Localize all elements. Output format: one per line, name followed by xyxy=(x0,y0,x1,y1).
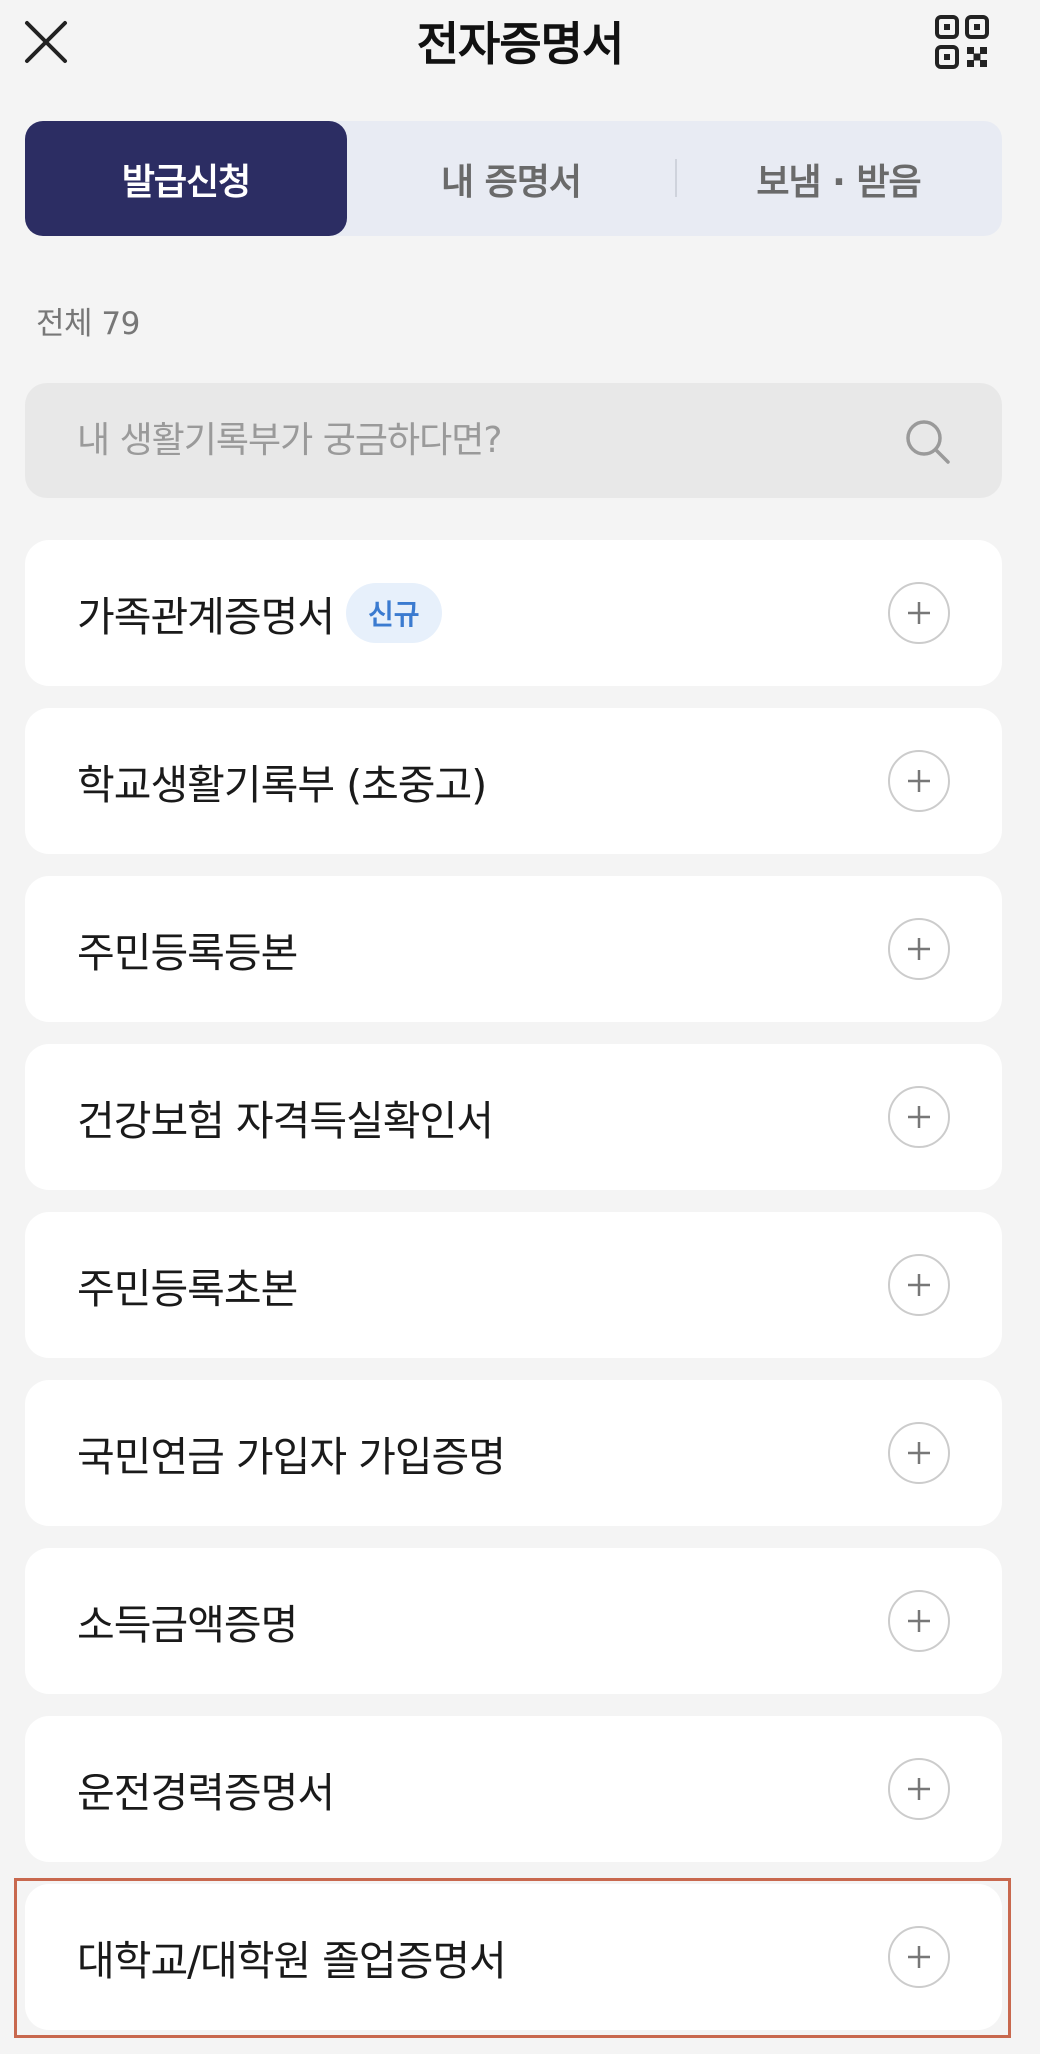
page-title: 전자증명서 xyxy=(416,17,625,71)
plus-icon xyxy=(908,770,930,792)
list-item-label: 운전경력증명서 xyxy=(77,1769,335,1817)
list-item-label: 소득금액증명 xyxy=(77,1601,298,1649)
list-item-label: 학교생활기록부 (초중고) xyxy=(77,761,487,809)
plus-icon xyxy=(908,938,930,960)
list-item-label: 주민등록초본 xyxy=(77,1265,298,1313)
add-button[interactable] xyxy=(888,1086,950,1148)
new-badge: 신규 xyxy=(346,583,442,643)
plus-icon xyxy=(908,1946,930,1968)
tab-my-certificates[interactable]: 내 증명서 xyxy=(347,121,675,236)
add-button[interactable] xyxy=(888,582,950,644)
list-item[interactable]: 학교생활기록부 (초중고) xyxy=(25,708,1002,854)
list-item-label: 가족관계증명서 xyxy=(77,593,335,641)
list-item-label: 건강보험 자격득실확인서 xyxy=(77,1097,494,1145)
list-item[interactable]: 대학교/대학원 졸업증명서 xyxy=(25,1884,1002,2030)
plus-icon xyxy=(908,1274,930,1296)
list-item[interactable]: 가족관계증명서 신규 xyxy=(25,540,1002,686)
plus-icon xyxy=(908,1106,930,1128)
list-item-label: 국민연금 가입자 가입증명 xyxy=(77,1433,506,1481)
plus-icon xyxy=(908,1442,930,1464)
add-button[interactable] xyxy=(888,1590,950,1652)
header: 전자증명서 xyxy=(0,0,1040,90)
certificate-page: 전자증명서 발급신청 내 증명서 보냄 · 받음 전체 79 내 생활기록부가 … xyxy=(0,0,1040,2054)
tab-issue-request[interactable]: 발급신청 xyxy=(25,121,347,236)
search-bar xyxy=(25,383,1002,498)
list-item[interactable]: 국민연금 가입자 가입증명 xyxy=(25,1380,1002,1526)
total-count: 전체 79 xyxy=(36,306,140,342)
tab-bar: 발급신청 내 증명서 보냄 · 받음 xyxy=(25,121,1002,236)
list-item[interactable]: 주민등록초본 xyxy=(25,1212,1002,1358)
search-icon[interactable] xyxy=(904,418,952,466)
list-item[interactable]: 운전경력증명서 xyxy=(25,1716,1002,1862)
plus-icon xyxy=(908,1778,930,1800)
add-button[interactable] xyxy=(888,1422,950,1484)
qr-code-icon xyxy=(935,15,989,69)
add-button[interactable] xyxy=(888,750,950,812)
search-input[interactable] xyxy=(77,383,877,498)
list-item[interactable]: 소득금액증명 xyxy=(25,1548,1002,1694)
add-button[interactable] xyxy=(888,1758,950,1820)
plus-icon xyxy=(908,602,930,624)
list-item[interactable]: 건강보험 자격득실확인서 xyxy=(25,1044,1002,1190)
list-item-label: 대학교/대학원 졸업증명서 xyxy=(77,1937,507,1985)
add-button[interactable] xyxy=(888,1254,950,1316)
qr-button[interactable] xyxy=(934,14,990,70)
plus-icon xyxy=(908,1610,930,1632)
tab-sent-received[interactable]: 보냄 · 받음 xyxy=(675,121,1002,236)
list-item[interactable]: 주민등록등본 xyxy=(25,876,1002,1022)
add-button[interactable] xyxy=(888,918,950,980)
add-button[interactable] xyxy=(888,1926,950,1988)
list-item-label: 주민등록등본 xyxy=(77,929,298,977)
